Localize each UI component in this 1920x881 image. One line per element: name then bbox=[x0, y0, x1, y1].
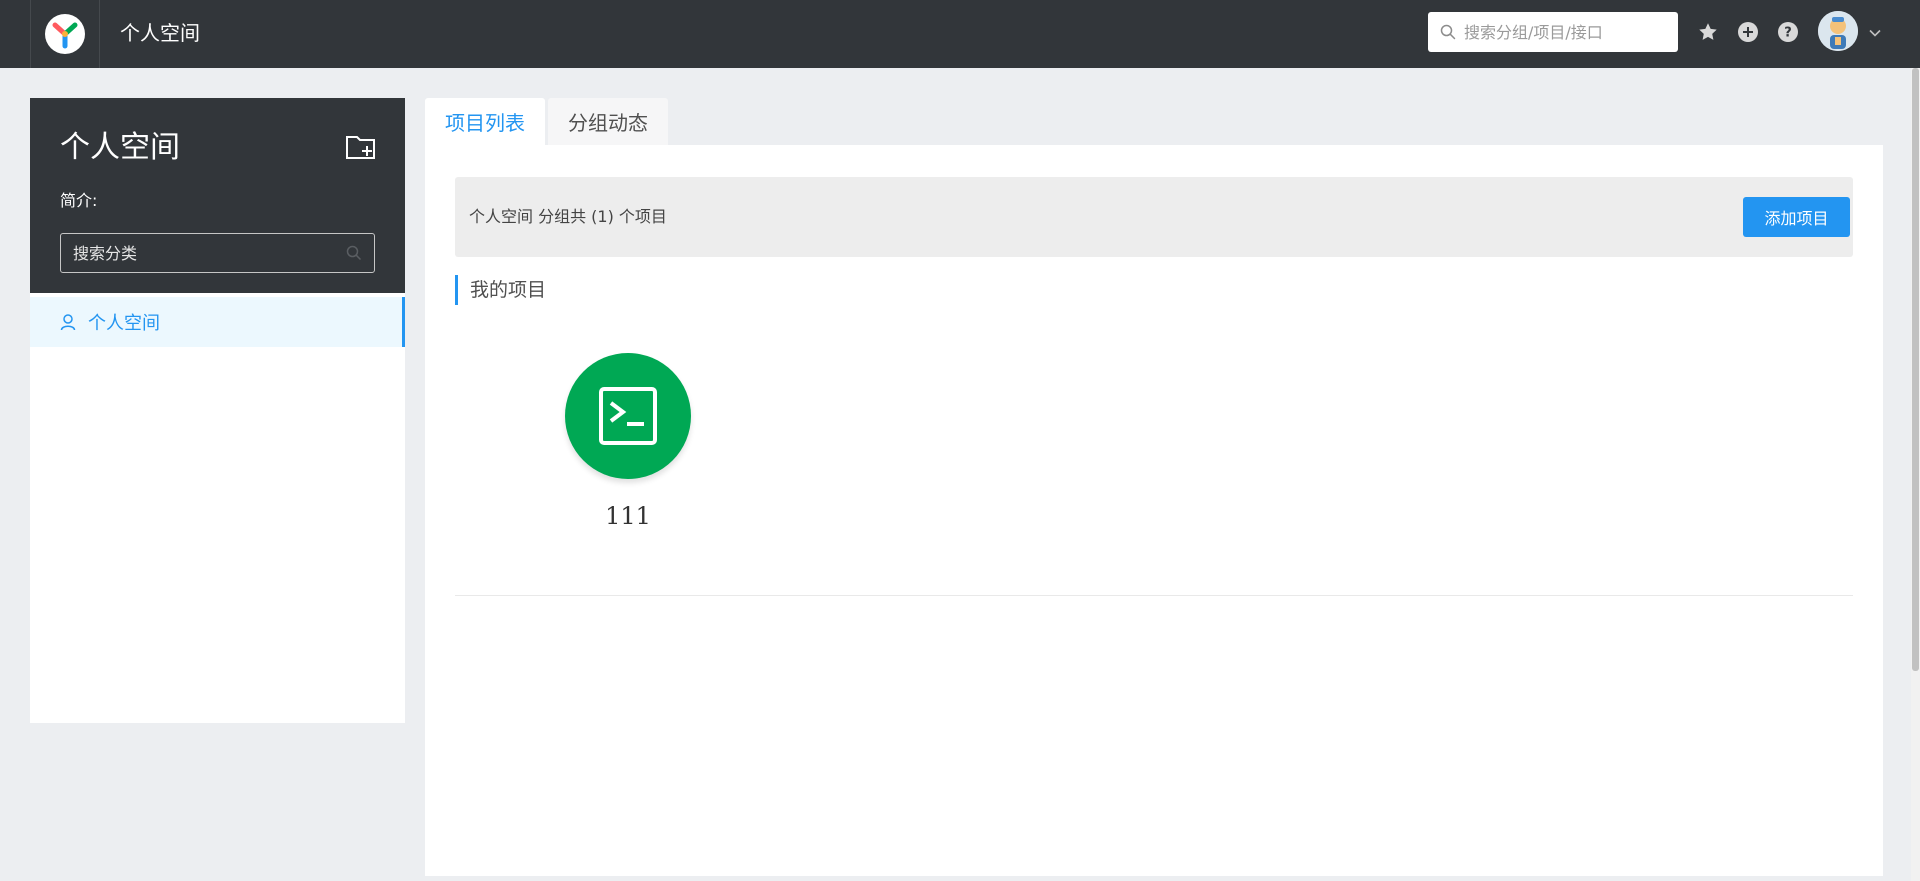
divider bbox=[455, 595, 1853, 596]
scrollbar-thumb[interactable] bbox=[1912, 68, 1919, 671]
avatar[interactable] bbox=[1818, 11, 1858, 51]
search-icon bbox=[346, 245, 362, 261]
group-intro: 简介: bbox=[60, 191, 98, 210]
add-group-icon[interactable] bbox=[345, 132, 377, 162]
project-logo[interactable] bbox=[565, 353, 691, 479]
global-search-input[interactable] bbox=[1464, 22, 1664, 42]
project-card[interactable]: 111 bbox=[565, 353, 691, 538]
category-search[interactable] bbox=[60, 233, 375, 273]
terminal-icon bbox=[599, 387, 657, 445]
sidebar-item-personal-space[interactable]: 个人空间 bbox=[30, 297, 405, 347]
chevron-down-icon[interactable] bbox=[1866, 24, 1884, 42]
plus-circle-icon[interactable] bbox=[1736, 20, 1760, 44]
help-icon[interactable]: ? bbox=[1776, 20, 1800, 44]
project-list-panel: 个人空间 分组共 (1) 个项目 添加项目 我的项目 111 bbox=[425, 145, 1883, 876]
project-count-text: 个人空间 分组共 (1) 个项目 bbox=[469, 207, 667, 226]
app-title[interactable]: 个人空间 bbox=[120, 20, 200, 46]
group-sidebar: 个人空间 简介: 个人空间 bbox=[30, 98, 405, 723]
group-name: 个人空间 bbox=[60, 130, 180, 165]
logo-icon bbox=[45, 14, 85, 54]
section-title: 我的项目 bbox=[455, 275, 546, 305]
project-summary-bar: 个人空间 分组共 (1) 个项目 添加项目 bbox=[455, 177, 1853, 257]
svg-text:?: ? bbox=[1784, 26, 1792, 41]
top-navbar: 个人空间 ? bbox=[0, 0, 1920, 68]
sidebar-item-label: 个人空间 bbox=[88, 313, 160, 334]
star-icon[interactable] bbox=[1696, 20, 1720, 44]
add-project-button[interactable]: 添加项目 bbox=[1743, 197, 1850, 237]
project-name[interactable]: 111 bbox=[565, 501, 691, 531]
group-header: 个人空间 简介: bbox=[30, 98, 405, 293]
tab-project-list[interactable]: 项目列表 bbox=[425, 98, 545, 145]
category-search-input[interactable] bbox=[73, 243, 333, 263]
tab-group-activity[interactable]: 分组动态 bbox=[548, 98, 668, 145]
logo-link[interactable] bbox=[30, 0, 100, 68]
search-icon bbox=[1440, 24, 1456, 40]
user-icon bbox=[60, 314, 76, 331]
global-search[interactable] bbox=[1428, 12, 1678, 52]
